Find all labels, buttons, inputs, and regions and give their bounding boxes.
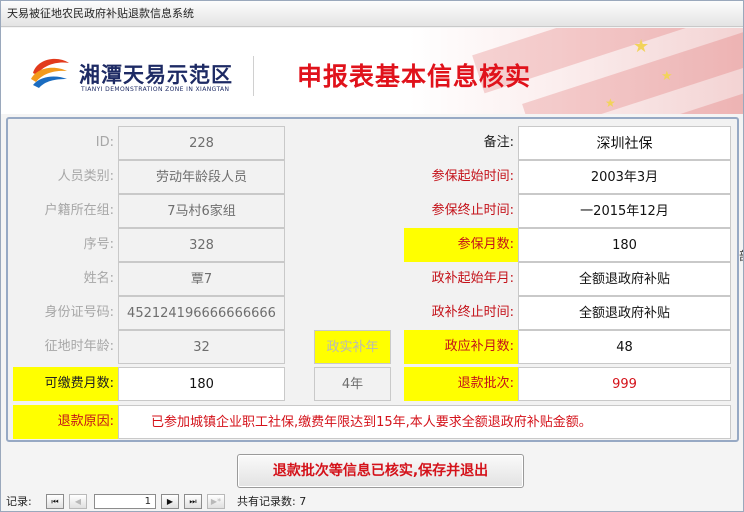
next-record-button[interactable]: ▶ (161, 494, 179, 509)
logo-text: 湘潭天易示范区 (79, 63, 233, 87)
next-record-icon: ▶ (166, 497, 174, 506)
household-label: 户籍所在组: (44, 203, 114, 218)
batch-field[interactable]: 999 (518, 367, 731, 401)
logo-icon (31, 58, 69, 88)
subsidy-years-label: 政实补年 (314, 330, 391, 364)
new-record-button[interactable]: ▶* (207, 494, 225, 509)
ins-months-field[interactable]: 180 (518, 228, 731, 262)
logo-subtitle: TIANYI DEMONSTRATION ZONE IN XIANGTAN (81, 86, 230, 93)
record-position-input[interactable]: 1 (94, 494, 156, 509)
star-icon: ★ (661, 69, 673, 84)
sub-start-label: 政补起始年月: (431, 271, 514, 286)
remark-field[interactable]: 深圳社保 (518, 126, 731, 160)
sub-months-field[interactable]: 48 (518, 330, 731, 364)
seq-field[interactable]: 328 (118, 228, 285, 262)
id-field[interactable]: 228 (118, 126, 285, 160)
header-banner: ★ ★ ★ 湘潭天易示范区 TIANYI DEMONSTRATION ZONE … (1, 28, 743, 114)
ins-start-label: 参保起始时间: (431, 169, 514, 184)
ins-start-field[interactable]: 2003年3月 (518, 160, 731, 194)
ins-months-label: 参保月数: (404, 228, 518, 262)
subsidy-years-field[interactable]: 4年 (314, 367, 391, 401)
ins-end-label: 参保终止时间: (431, 203, 514, 218)
window-title: 天易被征地农民政府补贴退款信息系统 (1, 1, 743, 27)
landage-label: 征地时年龄: (44, 339, 114, 354)
category-label: 人员类别: (57, 169, 114, 184)
record-navigator: 记录: ⏮ ◀ 1 ▶ ⏭ ▶* 共有记录数: 7 (1, 491, 743, 511)
last-record-button[interactable]: ⏭ (184, 494, 202, 509)
paymonths-label: 可缴费月数: (13, 367, 118, 401)
form-panel: ID: 人员类别: 户籍所在组: 序号: 姓名: 身份证号码: 征地时年龄: 可… (6, 117, 739, 442)
seq-label: 序号: (83, 237, 114, 252)
paymonths-field[interactable]: 180 (118, 367, 285, 401)
landage-field[interactable]: 32 (118, 330, 285, 364)
last-record-icon: ⏭ (189, 497, 197, 506)
prev-record-icon: ◀ (74, 497, 82, 506)
first-record-button[interactable]: ⏮ (46, 494, 64, 509)
star-icon: ★ (605, 96, 616, 110)
record-label: 记录: (6, 495, 32, 508)
reason-label: 退款原因: (13, 405, 118, 439)
new-record-icon: ▶* (210, 497, 222, 506)
first-record-icon: ⏮ (51, 497, 59, 506)
record-total: 共有记录数: 7 (237, 495, 307, 508)
confirm-save-exit-button[interactable]: 退款批次等信息已核实,保存并退出 (237, 454, 524, 488)
sub-end-label: 政补终止时间: (431, 305, 514, 320)
ins-end-field[interactable]: 一2015年12月 (518, 194, 731, 228)
page-title: 申报表基本信息核实 (297, 62, 532, 91)
side-fragment: 部 (739, 247, 743, 264)
star-icon: ★ (633, 36, 650, 57)
header-divider (253, 56, 254, 96)
name-label: 姓名: (83, 271, 114, 286)
idcard-field[interactable]: 452124196666666666 (118, 296, 285, 330)
idcard-label: 身份证号码: (44, 305, 114, 320)
sub-months-label: 政应补月数: (404, 330, 518, 364)
name-field[interactable]: 覃7 (118, 262, 285, 296)
category-field[interactable]: 劳动年龄段人员 (118, 160, 285, 194)
remark-label: 备注: (483, 135, 514, 150)
batch-label: 退款批次: (404, 367, 518, 401)
sub-start-field[interactable]: 全额退政府补贴 (518, 262, 731, 296)
sub-end-field[interactable]: 全额退政府补贴 (518, 296, 731, 330)
household-field[interactable]: 7马村6家组 (118, 194, 285, 228)
prev-record-button[interactable]: ◀ (69, 494, 87, 509)
app-window: 天易被征地农民政府补贴退款信息系统 ★ ★ ★ 湘潭天易示范区 TIANYI D… (0, 0, 744, 512)
id-label: ID: (95, 135, 114, 150)
reason-field[interactable]: 已参加城镇企业职工社保,缴费年限达到15年,本人要求全额退政府补贴金额。 (118, 405, 731, 439)
